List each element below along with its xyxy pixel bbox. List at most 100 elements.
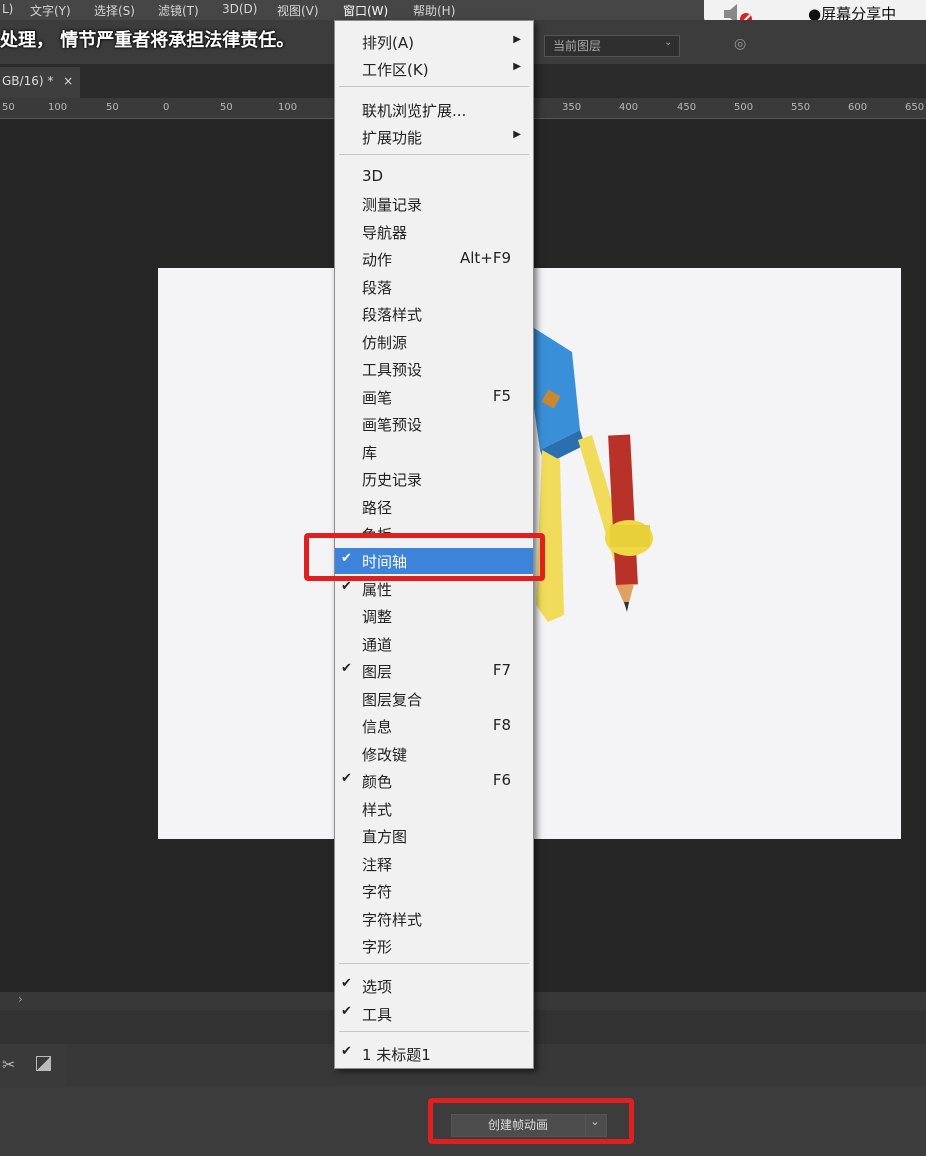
menu-item-layer-comps[interactable]: 图层复合 [335, 686, 533, 710]
menu-item-channels[interactable]: 通道 [335, 631, 533, 655]
menu-item-browse-extensions[interactable]: 联机浏览扩展... [335, 97, 533, 121]
menu-separator [339, 154, 529, 155]
menu-item-label: 通道 [362, 636, 393, 654]
menu-item-modifier-keys[interactable]: 修改键 [335, 741, 533, 765]
menu-separator [339, 1031, 529, 1032]
menu-item-arrange[interactable]: 排列(A) ▶ [335, 29, 533, 53]
menu-item-label: 路径 [362, 499, 393, 517]
submenu-arrow-icon: ▶ [513, 61, 521, 72]
menu-item-character[interactable]: 字符 [335, 878, 533, 902]
menu-item-label: 1 未标题1 [362, 1046, 431, 1064]
document-tab-title: GB/16) * × [2, 74, 73, 88]
menu-item-info[interactable]: 信息 F8 [335, 713, 533, 737]
menu-item-histogram[interactable]: 直方图 [335, 823, 533, 847]
menu-item-styles[interactable]: 样式 [335, 796, 533, 820]
menu-item-tools[interactable]: ✔ 工具 [335, 1001, 533, 1025]
annotation-box-timeline-item [304, 533, 545, 581]
menu-item-tool-presets[interactable]: 工具预设 [335, 356, 533, 380]
menu-item-label: 字形 [362, 938, 393, 956]
menu-item-notes[interactable]: 注释 [335, 851, 533, 875]
menu-item-label: 动作 [362, 251, 393, 269]
ruler-tick: 50 [220, 102, 233, 113]
menu-item-select[interactable]: 选择(S) [94, 2, 135, 19]
menu-item-libraries[interactable]: 库 [335, 439, 533, 463]
menu-item-extensions[interactable]: 扩展功能 ▶ [335, 124, 533, 148]
menu-item-3d[interactable]: 3D(D) [222, 2, 257, 16]
menu-item-label: 测量记录 [362, 196, 423, 214]
menu-item-label: 画笔 [362, 389, 393, 407]
checkmark-icon: ✔ [341, 1044, 352, 1059]
menu-item-brush-presets[interactable]: 画笔预设 [335, 411, 533, 435]
menu-item-history[interactable]: 历史记录 [335, 466, 533, 490]
menu-item-paths[interactable]: 路径 [335, 494, 533, 518]
menu-item-label: 样式 [362, 801, 393, 819]
menu-item-label: 图层 [362, 663, 393, 681]
menu-item-adjustments[interactable]: 调整 [335, 603, 533, 627]
menu-item-paragraph[interactable]: 段落 [335, 274, 533, 298]
menu-item-actions[interactable]: 动作 Alt+F9 [335, 246, 533, 270]
menu-item-text[interactable]: 文字(Y) [30, 2, 71, 19]
scroll-right-icon[interactable]: › [18, 992, 23, 1006]
menu-item-label: 属性 [362, 581, 393, 599]
menu-item-label: 调整 [362, 608, 393, 626]
menu-item-label: 信息 [362, 718, 393, 736]
checkmark-icon: ✔ [341, 771, 352, 786]
checkmark-icon: ✔ [341, 1004, 352, 1019]
menu-item-label: 历史记录 [362, 471, 423, 489]
menu-item-workspace[interactable]: 工作区(K) ▶ [335, 56, 533, 80]
ruler-tick: 50 [106, 102, 119, 113]
watermark-text: 处理， 情节严重者将承担法律责任。 [0, 30, 295, 51]
menu-item-filter[interactable]: 滤镜(T) [158, 2, 199, 19]
menu-item-label: 图层复合 [362, 691, 423, 709]
menu-item-label: 直方图 [362, 828, 408, 846]
menu-item-label: 3D [362, 167, 384, 185]
menu-item-layers[interactable]: ✔ 图层 F7 [335, 658, 533, 682]
menu-item-label: 排列(A) [362, 34, 414, 52]
menu-item-layer[interactable]: L) [2, 2, 13, 16]
ruler-tick: 100 [278, 102, 298, 113]
close-icon[interactable]: × [63, 74, 73, 88]
menu-item-label: 扩展功能 [362, 129, 423, 147]
menu-item-character-styles[interactable]: 字符样式 [335, 906, 533, 930]
document-tab-label: GB/16) * [2, 74, 54, 88]
ruler-tick: 600 [848, 102, 868, 113]
menu-separator [339, 963, 529, 964]
menu-item-label: 颜色 [362, 773, 393, 791]
menu-item-options[interactable]: ✔ 选项 [335, 973, 533, 997]
ruler-tick: 400 [619, 102, 639, 113]
menu-item-label: 仿制源 [362, 334, 408, 352]
checkmark-icon: ✔ [341, 976, 352, 991]
menu-item-label: 画笔预设 [362, 416, 423, 434]
ruler-tick: 350 [562, 102, 582, 113]
menu-item-label: 选项 [362, 978, 393, 996]
menu-item-3d-panel[interactable]: 3D [335, 164, 533, 188]
menu-item-window[interactable]: 窗口(W) [343, 2, 388, 19]
checkmark-icon: ✔ [341, 661, 352, 676]
ruler-tick: 650 [905, 102, 925, 113]
menu-item-shortcut: F7 [492, 661, 511, 679]
menu-item-paragraph-styles[interactable]: 段落样式 [335, 301, 533, 325]
menu-item-open-document[interactable]: ✔ 1 未标题1 [335, 1041, 533, 1065]
menu-item-label: 段落 [362, 279, 393, 297]
ruler-tick: 0 [163, 102, 170, 113]
menu-item-clone-source[interactable]: 仿制源 [335, 329, 533, 353]
menu-item-navigator[interactable]: 导航器 [335, 219, 533, 243]
submenu-arrow-icon: ▶ [513, 129, 521, 140]
pressure-icon[interactable]: ◎ [734, 36, 746, 52]
menu-item-label: 修改键 [362, 746, 408, 764]
menu-item-help[interactable]: 帮助(H) [413, 2, 455, 19]
menu-item-label: 工作区(K) [362, 61, 429, 79]
menu-item-measurement-log[interactable]: 测量记录 [335, 191, 533, 215]
menu-item-label: 导航器 [362, 224, 408, 242]
ruler-tick: 100 [48, 102, 68, 113]
menu-item-label: 工具预设 [362, 361, 423, 379]
menu-item-brush[interactable]: 画笔 F5 [335, 384, 533, 408]
transition-icon[interactable] [36, 1056, 51, 1071]
menu-item-view[interactable]: 视图(V) [277, 2, 319, 19]
submenu-arrow-icon: ▶ [513, 34, 521, 45]
annotation-box-create-button [428, 1098, 634, 1144]
scissors-icon[interactable]: ✂ [2, 1055, 15, 1074]
menu-item-glyphs[interactable]: 字形 [335, 933, 533, 957]
checkmark-icon: ✔ [341, 579, 352, 594]
menu-item-color[interactable]: ✔ 颜色 F6 [335, 768, 533, 792]
